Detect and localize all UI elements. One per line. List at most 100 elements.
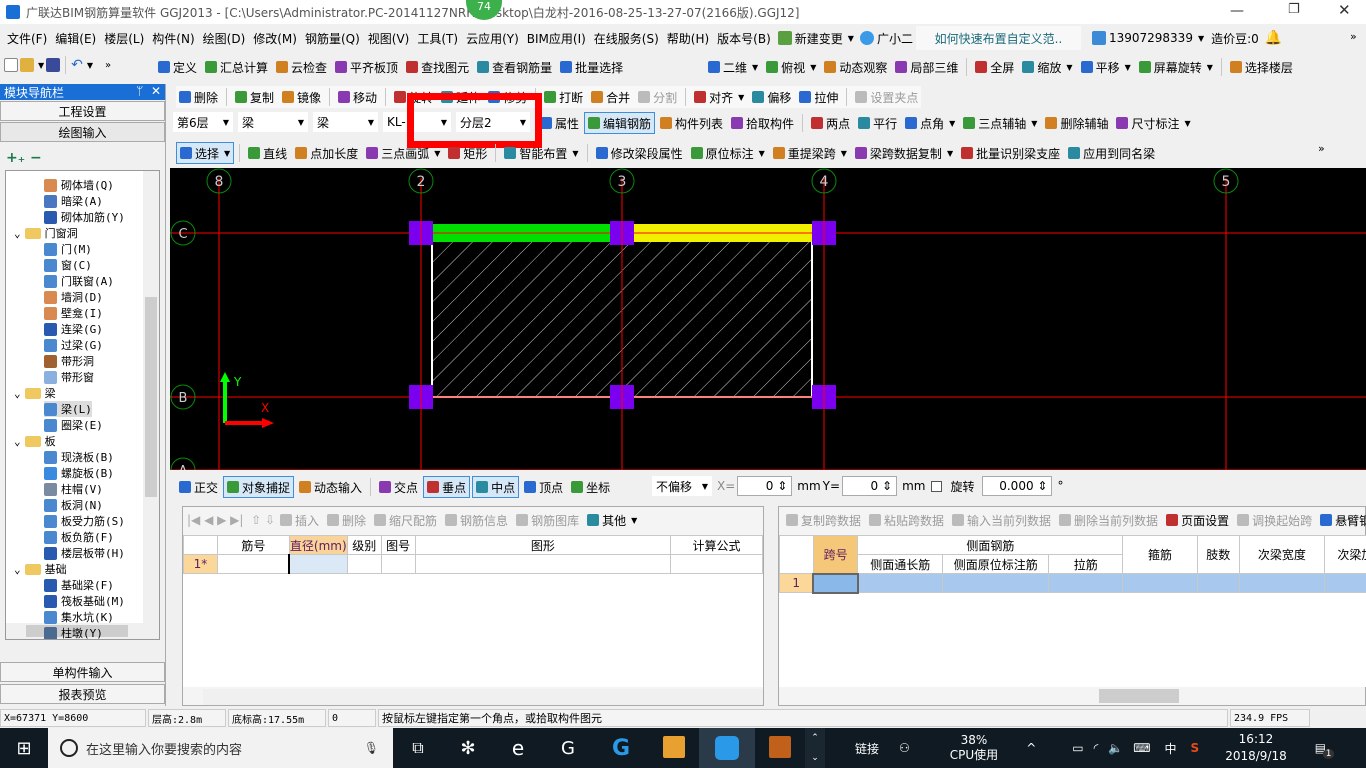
tree-item[interactable]: 板负筋(F) [44,529,114,545]
menu-item[interactable]: 工具(T) [413,30,462,47]
toolbar-button-spantb-6[interactable]: 悬臂钢筋代号 [1317,509,1366,531]
y-input[interactable]: 0 ⇕ [842,476,898,496]
pin-icon[interactable]: ᛘ [136,84,143,98]
toolbar-button-tb1r-8[interactable]: 选择楼层 [1227,56,1296,78]
tree-item[interactable]: 现浇板(B) [44,449,114,465]
tree-item[interactable]: 柱墩(Y) [44,625,103,639]
toolbar-button-tb1r-7[interactable]: 屏幕旋转 ▼ [1136,56,1216,78]
type-select[interactable]: 梁 ▼ [238,112,308,132]
assistant-button[interactable]: 广小二 [857,27,916,49]
toolbar-button-rebartb-0[interactable]: 插入 [277,509,322,531]
sogou-icon[interactable]: S [1191,741,1200,755]
toolbar-button-tb1r-4[interactable]: 全屏 [972,56,1017,78]
dropdown-arrow-icon[interactable]: ▼ [949,119,955,128]
toolbar-button-tb1-1[interactable]: 汇总计算 [202,56,271,78]
scroll-thumb[interactable] [145,297,157,497]
clock[interactable]: 16:12 2018/9/18 [1225,731,1287,765]
dropdown-arrow-icon[interactable]: ▼ [434,149,440,158]
toolbar-button-tb1r-1[interactable]: 俯视 ▼ [763,56,819,78]
menu-item[interactable]: 编辑(E) [51,30,100,47]
tree-item[interactable]: 窗(C) [44,257,92,273]
bell-icon[interactable]: 🔔 [1265,30,1282,46]
more-icon[interactable]: » [1318,142,1325,155]
close-button[interactable]: ✕ [1338,1,1351,19]
pdf-app-icon[interactable] [755,735,805,761]
battery-icon[interactable]: ▭ [1072,741,1083,755]
toolbar-button-tb2-0[interactable]: 删除 [176,86,221,108]
table-cell[interactable] [380,554,416,574]
rebar-hscrollbar[interactable] [203,689,763,705]
windows-start-icon[interactable]: ⊞ [0,738,48,759]
toolbar-button-tb4-2[interactable]: 点加长度 [292,142,361,164]
tree-item[interactable]: 砌体加筋(Y) [44,209,125,225]
drawing-canvas[interactable]: 8 2 3 4 5 C B A Y X [170,168,1366,470]
toolbar-button-snap-6[interactable]: 顶点 [521,476,566,498]
toolbar-button-snap-0[interactable]: 正交 [176,476,221,498]
collapse-all-icon[interactable]: − [30,150,42,166]
volume-icon[interactable]: 🔈 [1108,741,1123,755]
toolbar-button-rebartb-2[interactable]: 缩尺配筋 [371,509,440,531]
tree-item[interactable]: 螺旋板(B) [44,465,114,481]
column-header[interactable]: 次梁加筋 [1323,535,1366,574]
tree-vscrollbar[interactable] [143,171,159,639]
column-header[interactable]: 箍筋 [1122,535,1198,574]
tree-item[interactable]: 带形窗 [44,369,94,385]
tree-item[interactable]: 砌体墙(Q) [44,177,114,193]
dropdown-arrow-icon[interactable]: ▼ [1207,63,1213,72]
toolbar-button-tb1-4[interactable]: 查找图元 [403,56,472,78]
toolbar-button-tb2-7[interactable]: 打断 [541,86,586,108]
toolbar-button-tb4-6[interactable]: 修改梁段属性 [593,142,686,164]
table-cell[interactable] [670,554,763,574]
tree-folder[interactable]: ⌄ 门窗洞 [14,225,78,241]
tree-item[interactable]: 壁龛(I) [44,305,103,321]
toolbar-button-tb2-11[interactable]: 偏移 [749,86,794,108]
dropdown-arrow-icon[interactable]: ▼ [738,93,744,102]
toolbar-button-spantb-0[interactable]: 复制跨数据 [783,509,864,531]
column-header[interactable]: 直径(mm) [288,535,348,555]
dropdown-arrow-icon[interactable]: ▼ [759,149,765,158]
toolbar-button-tb1-2[interactable]: 云检查 [273,56,330,78]
tree-item[interactable]: 集水坑(K) [44,609,114,625]
toolbar-button-tb2-12[interactable]: 拉伸 [796,86,841,108]
toolbar-button-tb2-10[interactable]: 对齐 ▼ [691,86,747,108]
toolbar-button-tb1r-2[interactable]: 动态观察 [821,56,890,78]
ggj-app-icon[interactable] [699,728,755,768]
toolbar-button-tb3-6[interactable]: 点角 ▼ [902,112,958,134]
menu-item[interactable]: 绘图(D) [199,30,250,47]
column-header[interactable]: 级别 [346,535,382,555]
more-icon[interactable]: » [1350,30,1357,43]
toolbar-button-snap-1[interactable]: 对象捕捉 [223,476,295,498]
toolbar-button-spantb-1[interactable]: 粘贴跨数据 [866,509,947,531]
menu-item[interactable]: 在线服务(S) [590,30,663,47]
menu-item[interactable]: 钢筋量(Q) [301,30,364,47]
column-header[interactable]: 侧面原位标注筋 [942,554,1050,574]
column-header[interactable]: 次梁宽度 [1238,535,1325,574]
glodon-app-icon[interactable]: G [593,736,649,761]
chevron-up-icon[interactable]: ^ [1026,741,1036,755]
toolbar-button-tb4-3[interactable]: 三点画弧 ▼ [363,142,443,164]
column-header[interactable]: 筋号 [216,535,290,555]
dropdown-arrow-icon[interactable]: ▼ [810,63,816,72]
table-cell[interactable] [288,554,348,574]
menu-item[interactable]: 版本号(B) [713,30,775,47]
tree-item[interactable]: 板受力筋(S) [44,513,125,529]
toolbar-button-spantb-2[interactable]: 输入当前列数据 [949,509,1054,531]
chevron-down-icon[interactable]: ⌄ [14,563,21,576]
toolbar-button-spantb-5[interactable]: 调换起始跨 [1234,509,1315,531]
toolbar-button-tb1r-0[interactable]: 二维 ▼ [705,56,761,78]
link-toolbar[interactable]: 链接 [855,740,879,757]
toolbar-button-snap-7[interactable]: 坐标 [568,476,613,498]
toolbar-button-tb4-11[interactable]: 应用到同名梁 [1065,142,1158,164]
toolbar-button-snap-2[interactable]: 动态输入 [296,476,365,498]
toolbar-button-tb3-3[interactable]: 拾取构件 [728,112,797,134]
toolbar-button-tb3-2[interactable]: 构件列表 [657,112,726,134]
ie-icon[interactable]: e [493,736,543,760]
column-header[interactable]: 图形 [414,535,672,555]
people-icon[interactable]: ⚇ [899,741,910,755]
search-box[interactable]: 在这里输入你要搜索的内容 🎙 [48,728,393,768]
toolbar-button-tb2-3[interactable]: 移动 [335,86,380,108]
canvas-svg[interactable]: 8 2 3 4 5 C B A Y X [170,168,1366,470]
toolbar-button-tb4-5[interactable]: 智能布置 ▼ [501,142,581,164]
menu-item[interactable]: 构件(N) [148,30,198,47]
span-hscroll-thumb[interactable] [1099,689,1179,703]
